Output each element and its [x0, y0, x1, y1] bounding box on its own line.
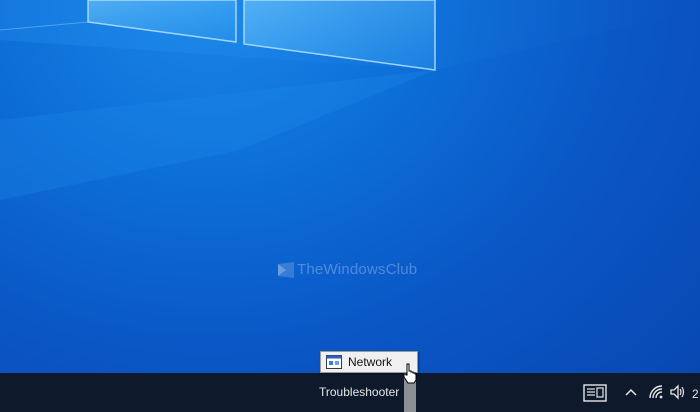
watermark-text: TheWindowsClub — [297, 261, 418, 278]
mouse-pointer-icon — [403, 363, 417, 384]
speaker-icon[interactable] — [670, 384, 686, 400]
taskbar[interactable]: Troubleshooter 2 — [0, 373, 700, 412]
clock-partial[interactable]: 2 — [692, 387, 699, 401]
network-window-icon — [326, 355, 342, 369]
network-menu-label: Network — [348, 355, 393, 369]
windows-logo-icon — [278, 261, 294, 278]
desktop: TheWindowsClub Troubleshooter 2 Network — [0, 0, 700, 412]
action-center-icon[interactable] — [583, 383, 607, 403]
watermark: TheWindowsClub — [278, 261, 417, 278]
chevron-up-icon[interactable] — [624, 385, 638, 399]
troubleshooter-toolbar-label[interactable]: Troubleshooter — [319, 385, 399, 399]
wifi-icon[interactable] — [648, 384, 664, 400]
